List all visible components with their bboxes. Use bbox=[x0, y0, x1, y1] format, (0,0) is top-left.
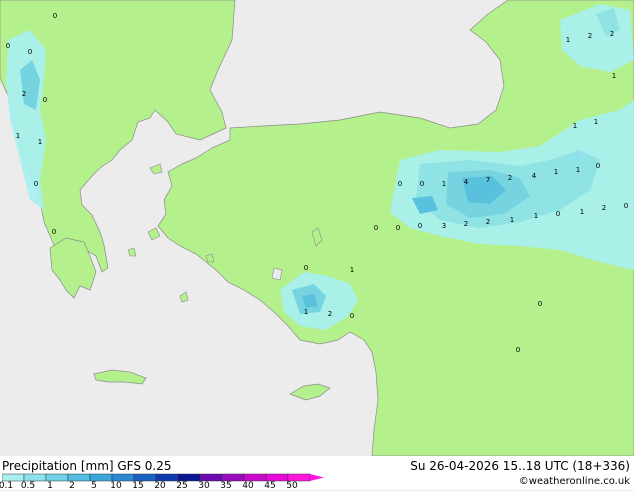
legend-swatch bbox=[221, 473, 245, 482]
value-label: 0 bbox=[28, 48, 32, 56]
value-label: 0 bbox=[374, 224, 378, 232]
value-label: 4 bbox=[464, 178, 469, 186]
value-label: 1 bbox=[576, 166, 580, 174]
value-label: 2 bbox=[610, 30, 614, 38]
value-label: 1 bbox=[442, 180, 446, 188]
value-label: 2 bbox=[328, 310, 332, 318]
legend-swatch bbox=[67, 473, 91, 482]
value-label: 0 bbox=[398, 180, 402, 188]
value-label: 0 bbox=[396, 224, 400, 232]
map-title: Precipitation [mm] GFS 0.25 bbox=[2, 459, 172, 473]
value-label: 0 bbox=[350, 312, 354, 320]
value-label: 2 bbox=[508, 174, 512, 182]
legend-swatch bbox=[243, 473, 267, 482]
value-label: 1 bbox=[594, 118, 598, 126]
value-label: 0 bbox=[556, 210, 560, 218]
value-label: 0 bbox=[624, 202, 628, 210]
value-label: 0 bbox=[304, 264, 308, 272]
value-label: 0 bbox=[52, 228, 56, 236]
legend-swatch bbox=[2, 473, 25, 482]
map-canvas: 0 0 0 2 0 1 1 0 0 1 2 2 1 1 1 0 0 1 4 7 2 4 1 1 0 0 0 0 3 2 2 1 1 0 1 2 0 0 1 1… bbox=[0, 0, 634, 457]
value-label: 7 bbox=[486, 176, 490, 184]
legend-swatch bbox=[89, 473, 113, 482]
legend-swatch bbox=[45, 473, 69, 482]
value-label: 0 bbox=[596, 162, 600, 170]
value-label: 1 bbox=[580, 208, 584, 216]
legend-swatch bbox=[199, 473, 223, 482]
footer: Precipitation [mm] GFS 0.25 Su 26-04-202… bbox=[0, 456, 634, 491]
value-label: 2 bbox=[464, 220, 468, 228]
legend-arrow bbox=[310, 474, 324, 481]
value-label: 0 bbox=[53, 12, 57, 20]
value-label: 1 bbox=[38, 138, 42, 146]
value-label: 1 bbox=[350, 266, 354, 274]
legend-swatch bbox=[111, 473, 135, 482]
value-label: 1 bbox=[534, 212, 538, 220]
value-label: 0 bbox=[516, 346, 520, 354]
value-label: 2 bbox=[486, 218, 490, 226]
map-datetime: Su 26-04-2026 15..18 UTC (18+336) bbox=[410, 459, 630, 473]
credit-link[interactable]: ©weatheronline.co.uk bbox=[519, 476, 630, 487]
value-label: 4 bbox=[532, 172, 537, 180]
value-label: 1 bbox=[612, 72, 616, 80]
value-label: 0 bbox=[538, 300, 542, 308]
legend-swatch bbox=[155, 473, 179, 482]
value-label: 2 bbox=[588, 32, 592, 40]
value-label: 0 bbox=[418, 222, 422, 230]
value-label: 1 bbox=[510, 216, 514, 224]
value-label: 2 bbox=[22, 90, 26, 98]
value-label: 0 bbox=[420, 180, 424, 188]
value-label: 0 bbox=[6, 42, 10, 50]
value-label: 0 bbox=[43, 96, 47, 104]
value-label: 0 bbox=[34, 180, 38, 188]
legend-swatch bbox=[133, 473, 157, 482]
value-label: 1 bbox=[566, 36, 570, 44]
value-label: 1 bbox=[304, 308, 308, 316]
legend-swatch bbox=[177, 473, 201, 482]
value-label: 3 bbox=[442, 222, 446, 230]
legend-swatch bbox=[287, 473, 311, 482]
precipitation-map: 0 0 0 2 0 1 1 0 0 1 2 2 1 1 1 0 0 1 4 7 2 4 1 1 0 0 0 0 3 2 2 1 1 0 1 2 0 0 1 1… bbox=[0, 0, 634, 457]
value-label: 1 bbox=[16, 132, 20, 140]
legend-swatch bbox=[265, 473, 289, 482]
value-label: 1 bbox=[573, 122, 577, 130]
value-label: 2 bbox=[602, 204, 606, 212]
value-label: 1 bbox=[554, 168, 558, 176]
legend-swatch bbox=[23, 473, 47, 482]
